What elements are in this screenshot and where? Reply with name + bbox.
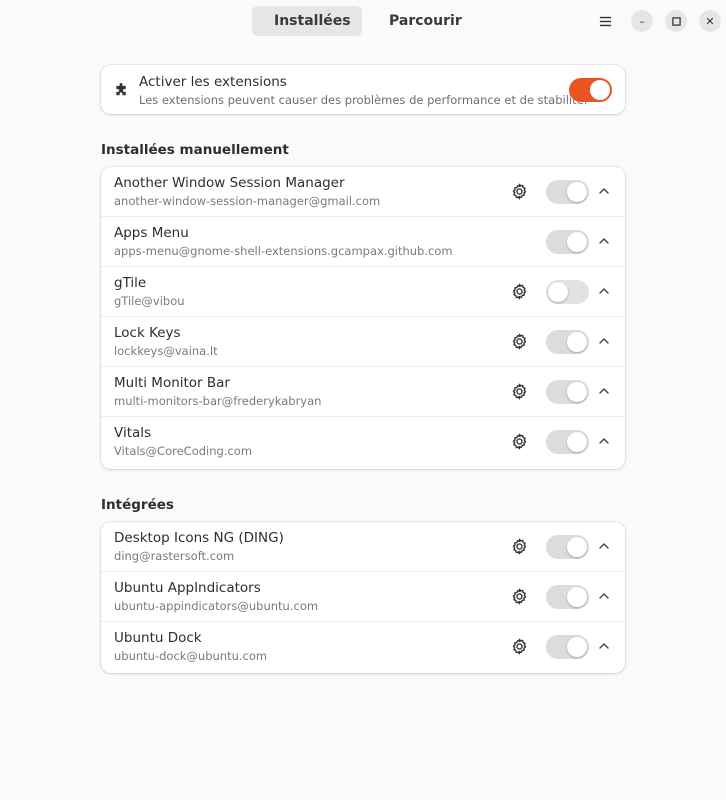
switch-knob bbox=[567, 637, 587, 657]
extension-name: Vitals bbox=[114, 425, 152, 441]
extension-uuid: lockkeys@vaina.lt bbox=[114, 344, 218, 358]
extension-row[interactable]: Multi Monitor Bar multi-monitors-bar@fred… bbox=[101, 367, 625, 417]
gear-icon[interactable] bbox=[511, 283, 528, 300]
switch-knob bbox=[567, 382, 587, 402]
close-icon: ✕ bbox=[705, 14, 715, 28]
extension-name: Desktop Icons NG (DING) bbox=[114, 530, 284, 546]
extension-uuid: multi-monitors-bar@frederykabryan bbox=[114, 394, 322, 408]
extension-row[interactable]: Apps Menu apps-menu@gnome-shell-extension… bbox=[101, 217, 625, 267]
extension-uuid: another-window-session-manager@gmail.com bbox=[114, 194, 381, 208]
extension-row[interactable]: Desktop Icons NG (DING) ding@rastersoft.c… bbox=[101, 522, 625, 572]
gear-icon[interactable] bbox=[511, 538, 528, 555]
tab-browse[interactable]: Parcourir bbox=[367, 6, 475, 36]
extension-name: gTile bbox=[114, 275, 147, 291]
main-menu-button[interactable] bbox=[593, 9, 617, 33]
gear-icon[interactable] bbox=[511, 638, 528, 655]
maximize-icon bbox=[671, 16, 681, 26]
switch-knob bbox=[567, 232, 587, 252]
tab-browse-label: Parcourir bbox=[389, 13, 462, 29]
switch-knob bbox=[567, 332, 587, 352]
tab-installed-label: Installées bbox=[274, 13, 351, 29]
chevron-up-icon[interactable] bbox=[597, 639, 611, 653]
extension-uuid: ding@rastersoft.com bbox=[114, 549, 235, 563]
puzzle-icon bbox=[116, 83, 126, 96]
manual-extensions-list: Another Window Session Manager another-wi… bbox=[101, 167, 625, 469]
extension-uuid: apps-menu@gnome-shell-extensions.gcampax… bbox=[114, 244, 453, 258]
section-manual-label: Installées manuellement bbox=[101, 142, 289, 158]
enable-extensions-card: Activer les extensions Les extensions pe… bbox=[101, 65, 625, 114]
section-builtin-label: Intégrées bbox=[101, 497, 174, 513]
extension-uuid: ubuntu-appindicators@ubuntu.com bbox=[114, 599, 319, 613]
extension-uuid: gTile@vibou bbox=[114, 294, 185, 308]
extension-uuid: Vitals@CoreCoding.com bbox=[114, 444, 253, 458]
switch-knob bbox=[590, 80, 610, 100]
extension-name: Ubuntu AppIndicators bbox=[114, 580, 261, 596]
chevron-up-icon[interactable] bbox=[597, 184, 611, 198]
tab-installed[interactable]: Installées bbox=[252, 6, 362, 36]
extension-switch[interactable] bbox=[546, 180, 589, 204]
switch-knob bbox=[567, 432, 587, 452]
extension-switch[interactable] bbox=[546, 230, 589, 254]
enable-extensions-subtitle: Les extensions peuvent causer des problè… bbox=[139, 93, 588, 107]
chevron-up-icon[interactable] bbox=[597, 284, 611, 298]
chevron-up-icon[interactable] bbox=[597, 539, 611, 553]
switch-knob bbox=[567, 182, 587, 202]
maximize-button[interactable] bbox=[665, 10, 687, 32]
chevron-up-icon[interactable] bbox=[597, 234, 611, 248]
menu-icon bbox=[599, 16, 611, 26]
switch-knob bbox=[567, 537, 587, 557]
extension-row[interactable]: gTile gTile@vibou bbox=[101, 267, 625, 317]
extension-switch[interactable] bbox=[546, 635, 589, 659]
extension-name: Multi Monitor Bar bbox=[114, 375, 230, 391]
gear-icon[interactable] bbox=[511, 383, 528, 400]
extension-switch[interactable] bbox=[546, 280, 589, 304]
gear-icon[interactable] bbox=[511, 433, 528, 450]
builtin-extensions-list: Desktop Icons NG (DING) ding@rastersoft.c… bbox=[101, 522, 625, 673]
extension-name: Lock Keys bbox=[114, 325, 181, 341]
extension-switch[interactable] bbox=[546, 535, 589, 559]
gear-icon[interactable] bbox=[511, 183, 528, 200]
chevron-up-icon[interactable] bbox=[597, 334, 611, 348]
extension-switch[interactable] bbox=[546, 330, 589, 354]
minimize-icon: – bbox=[639, 14, 645, 28]
chevron-up-icon[interactable] bbox=[597, 384, 611, 398]
extension-uuid: ubuntu-dock@ubuntu.com bbox=[114, 649, 268, 663]
extension-switch[interactable] bbox=[546, 380, 589, 404]
switch-knob bbox=[548, 282, 568, 302]
extension-name: Ubuntu Dock bbox=[114, 630, 202, 646]
switch-knob bbox=[567, 587, 587, 607]
chevron-up-icon[interactable] bbox=[597, 589, 611, 603]
extension-row[interactable]: Lock Keys lockkeys@vaina.lt bbox=[101, 317, 625, 367]
gear-icon[interactable] bbox=[511, 333, 528, 350]
minimize-button[interactable]: – bbox=[631, 10, 653, 32]
extension-row[interactable]: Another Window Session Manager another-wi… bbox=[101, 167, 625, 217]
extension-row[interactable]: Ubuntu AppIndicators ubuntu-appindicators… bbox=[101, 572, 625, 622]
close-button[interactable]: ✕ bbox=[699, 10, 721, 32]
extension-switch[interactable] bbox=[546, 585, 589, 609]
chevron-up-icon[interactable] bbox=[597, 434, 611, 448]
header-bar: Installées Parcourir – ✕ bbox=[0, 0, 726, 42]
extension-row[interactable]: Vitals Vitals@CoreCoding.com bbox=[101, 417, 625, 467]
extension-switch[interactable] bbox=[546, 430, 589, 454]
gear-icon[interactable] bbox=[511, 588, 528, 605]
enable-extensions-switch[interactable] bbox=[569, 78, 612, 102]
extension-name: Apps Menu bbox=[114, 225, 189, 241]
extension-name: Another Window Session Manager bbox=[114, 175, 345, 191]
extension-row[interactable]: Ubuntu Dock ubuntu-dock@ubuntu.com bbox=[101, 622, 625, 672]
enable-extensions-title: Activer les extensions bbox=[139, 74, 287, 90]
